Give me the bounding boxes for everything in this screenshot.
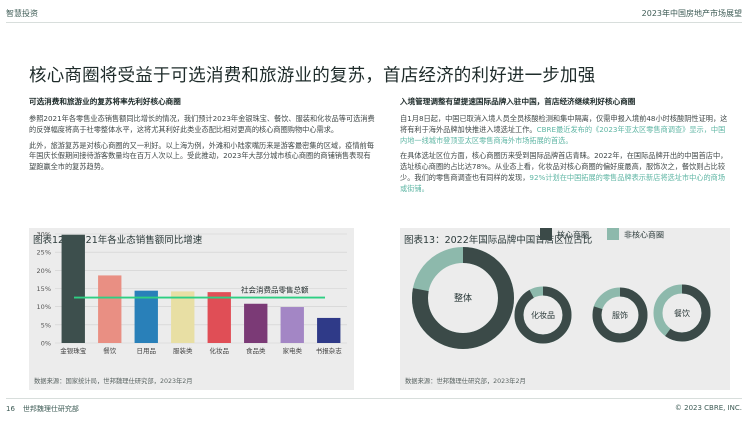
donut-center-label: 餐饮 <box>674 308 690 318</box>
bar <box>207 292 231 343</box>
legend-label-core: 核心商圈 <box>557 230 589 240</box>
right-paragraph-2: 在具体选址区位方面，核心商圈历来受到国际品牌首店青睐。2022年，在国际品牌开出… <box>400 151 728 194</box>
reference-line-label: 社会消费品零售总额 <box>241 285 309 295</box>
figure-13-legend: 核心商圈 非核心商圈 <box>540 228 664 240</box>
left-heading: 可选消费和旅游业的复苏将率先利好核心商圈 <box>29 97 181 106</box>
bar <box>171 291 195 343</box>
x-tick-label: 日用品 <box>137 347 157 355</box>
x-tick-label: 家电类 <box>283 346 303 355</box>
bar <box>317 317 341 343</box>
left-paragraph-2: 此外，旅游复苏是对核心商圈的又一利好。以上海为例，外滩和小陆家嘴历来是游客最密集… <box>29 140 375 172</box>
y-tick-label: 20% <box>37 267 51 275</box>
page-title: 核心商圈将受益于可选消费和旅游业的复苏，首店经济的利好进一步加强 <box>29 66 596 86</box>
x-tick-label: 服装类 <box>173 346 193 355</box>
bar <box>134 290 158 343</box>
right-heading: 入境管理调整有望提速国际品牌入驻中国，首店经济继续利好核心商圈 <box>400 97 636 106</box>
y-tick-label: 15% <box>37 285 51 293</box>
right-column: 入境管理调整有望提速国际品牌入驻中国，首店经济继续利好核心商圈 自1月8日起，中… <box>400 96 728 200</box>
legend-swatch-noncore <box>607 228 619 240</box>
bar <box>61 234 85 343</box>
donut-center-label: 服饰 <box>612 310 628 320</box>
header-report-title: 2023年中国房地产市场展望 <box>641 9 742 18</box>
figure-13-source: 数据来源：世邦魏理仕研究部，2023年2月 <box>405 378 526 385</box>
bar <box>280 307 304 343</box>
footer-divider <box>6 398 742 399</box>
page-number: 16 <box>6 405 15 413</box>
figure-12-panel: 图表12：2021年各业态销售额同比增速 0% 5% 10% 15% 20% 25% 30%… <box>29 228 354 390</box>
y-tick-label: 10% <box>37 303 51 311</box>
right-paragraph-1: 自1月8日起，中国已取消入境人员全员核酸检测和集中隔离，仅需申报入境前48小时核… <box>400 114 728 146</box>
figure-12-bar-chart: 0% 5% 10% 15% 20% 25% 30% 社会消费品零售总额 金银珠宝 餐饮 日用品 服… <box>37 231 347 355</box>
footer-copyright: © 2023 CBRE, INC. <box>674 404 742 412</box>
bar <box>98 275 122 343</box>
x-tick-label: 书报杂志 <box>316 346 343 355</box>
bar <box>244 303 268 343</box>
x-tick-label: 餐饮 <box>103 346 117 355</box>
donut-center-label: 化妆品 <box>531 310 555 320</box>
figure-13-panel: 图表13：2022年国际品牌中国首店区位占比 核心商圈 非核心商圈 整体 化妆品服… <box>400 228 730 390</box>
y-tick-label: 25% <box>37 249 51 257</box>
footer-left: 16 世邦魏理仕研究部 <box>6 404 79 414</box>
header-divider <box>6 22 742 23</box>
left-paragraph-1: 参照2021年各零售业态销售额同比增长的情况，我们预计2023年金银珠宝、餐饮、… <box>29 114 375 134</box>
legend-swatch-core <box>540 228 552 240</box>
x-tick-label: 食品类 <box>246 346 266 355</box>
header-brand: 智慧投资 <box>6 9 38 18</box>
y-tick-label: 30% <box>37 231 51 239</box>
figure-12-source: 数据来源：国家统计局，世邦魏理仕研究部，2023年2月 <box>34 378 193 385</box>
legend-label-noncore: 非核心商圈 <box>624 230 664 240</box>
figure-13-donut-charts: 核心商圈 非核心商圈 整体化妆品 服饰 餐饮 <box>412 228 711 349</box>
x-tick-label: 金银珠宝 <box>60 346 87 355</box>
y-tick-label: 0% <box>41 340 51 348</box>
donut-center-label: 整体 <box>454 292 472 304</box>
x-tick-label: 化妆品 <box>210 346 230 355</box>
footer-org: 世邦魏理仕研究部 <box>22 405 79 413</box>
left-column: 可选消费和旅游业的复苏将率先利好核心商圈 参照2021年各零售业态销售额同比增长… <box>29 96 375 178</box>
y-tick-label: 5% <box>41 321 51 329</box>
